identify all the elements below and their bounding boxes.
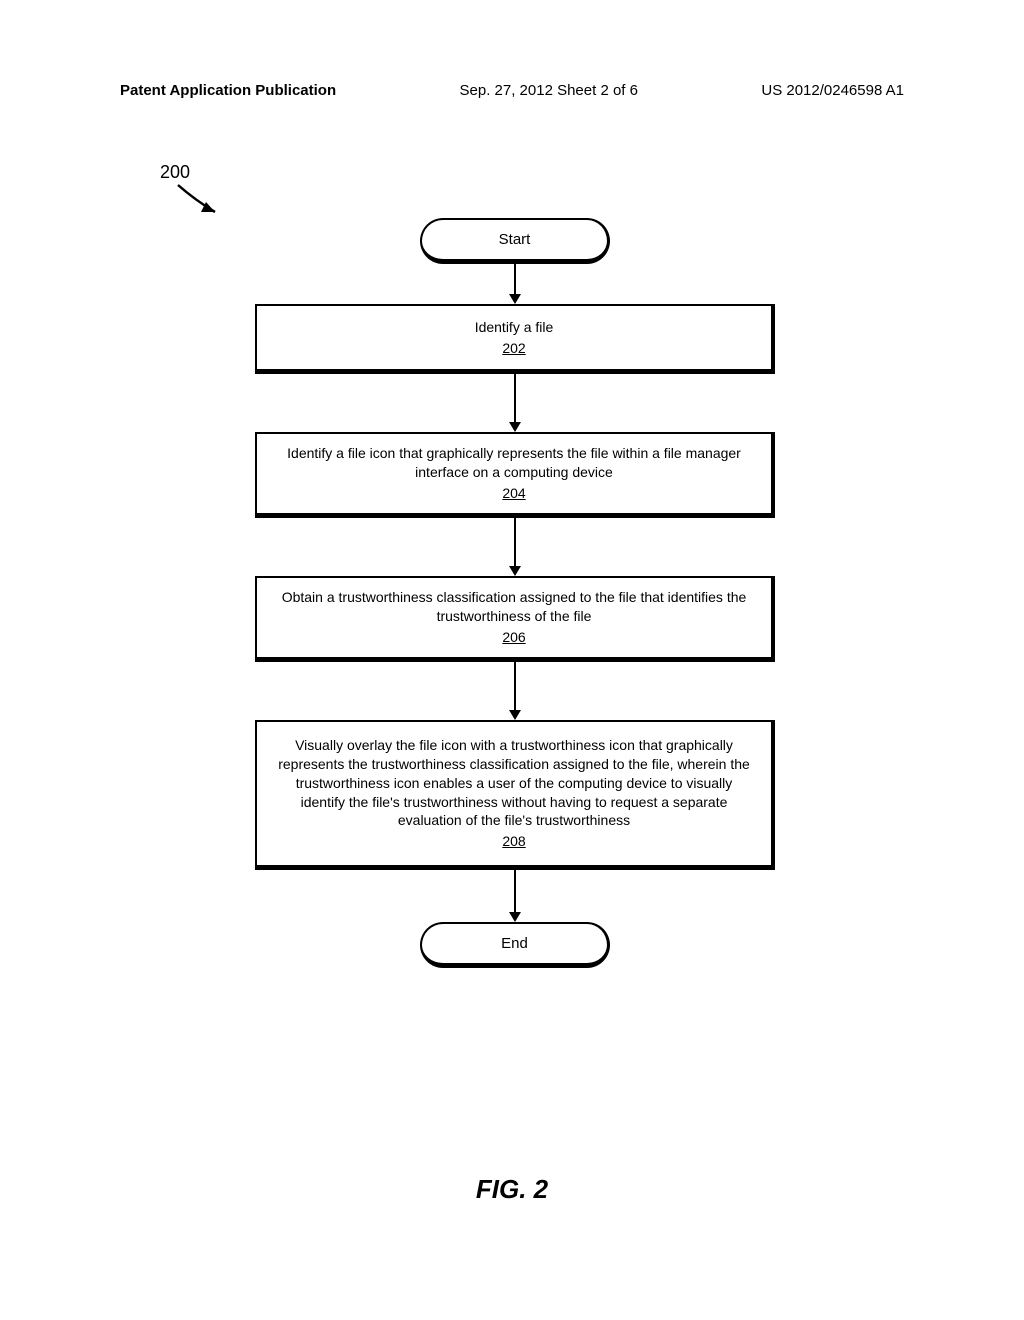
process-step-208: Visually overlay the file icon with a tr… (255, 720, 775, 870)
step-text: Identify a file (475, 318, 554, 337)
page-header: Patent Application Publication Sep. 27, … (0, 82, 1024, 99)
step-number: 206 (502, 628, 525, 647)
process-step-202: Identify a file 202 (255, 304, 775, 374)
step-text: Identify a file icon that graphically re… (272, 444, 756, 482)
start-label: Start (499, 231, 531, 248)
arrow-icon (509, 662, 521, 720)
step-number: 208 (502, 832, 525, 851)
header-left: Patent Application Publication (120, 82, 336, 99)
process-step-206: Obtain a trustworthiness classification … (255, 576, 775, 662)
end-terminator: End (420, 922, 610, 968)
start-terminator: Start (420, 218, 610, 264)
step-number: 204 (502, 484, 525, 503)
header-right: US 2012/0246598 A1 (761, 82, 904, 99)
process-step-204: Identify a file icon that graphically re… (255, 432, 775, 518)
flowchart: Start Identify a file 202 Identify a fil… (250, 218, 780, 968)
header-center: Sep. 27, 2012 Sheet 2 of 6 (460, 82, 638, 99)
figure-label: FIG. 2 (0, 1174, 1024, 1205)
arrow-icon (509, 870, 521, 922)
step-text: Obtain a trustworthiness classification … (272, 588, 756, 626)
arrow-icon (509, 374, 521, 432)
reference-number: 200 (160, 162, 190, 183)
arrow-icon (509, 518, 521, 576)
end-label: End (501, 935, 528, 952)
arrow-icon (509, 264, 521, 304)
step-text: Visually overlay the file icon with a tr… (272, 736, 756, 830)
step-number: 202 (502, 339, 525, 358)
reference-arrow-icon (173, 182, 233, 224)
